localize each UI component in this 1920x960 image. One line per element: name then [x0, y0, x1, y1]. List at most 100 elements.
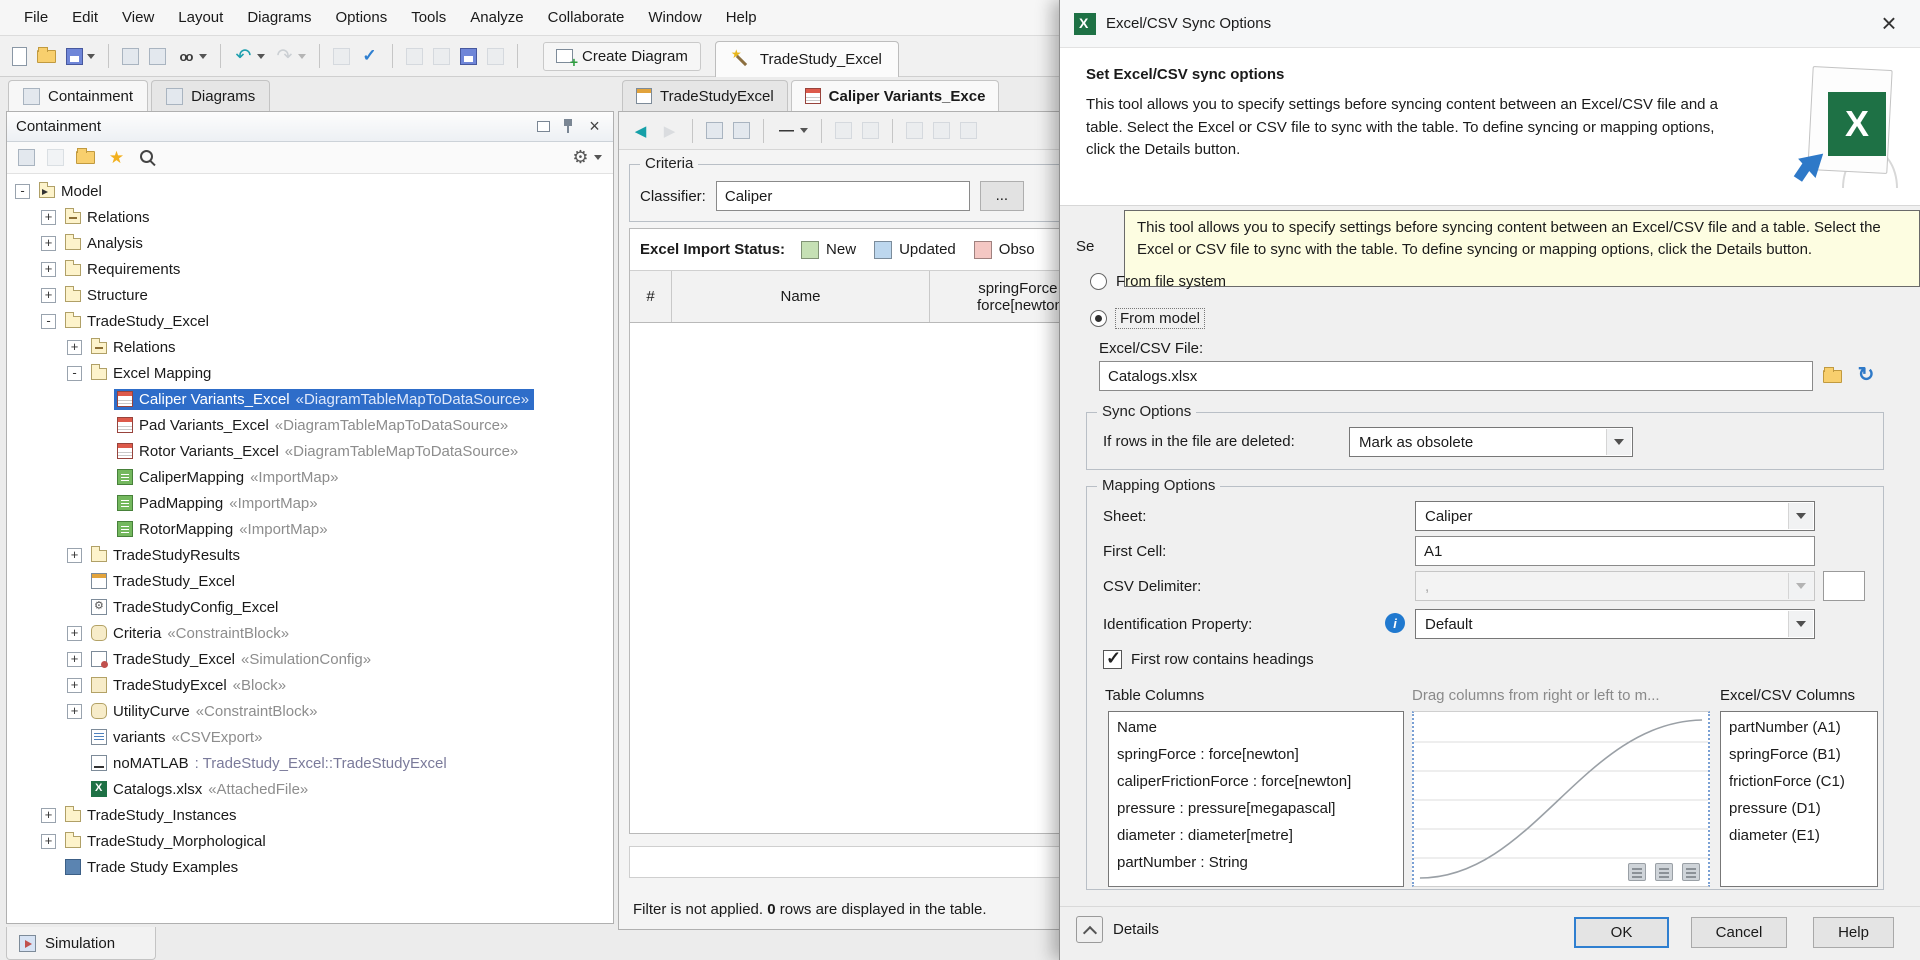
- favorites-star-button[interactable]: [103, 144, 130, 171]
- sheet-combo[interactable]: Caliper: [1415, 501, 1815, 531]
- new-document-button[interactable]: [8, 43, 31, 70]
- tree-item-tradestudy-morphological[interactable]: +TradeStudy_Morphological: [7, 828, 613, 854]
- tree-item-padmapping[interactable]: PadMapping«ImportMap»: [7, 490, 613, 516]
- tree-toggle-icon[interactable]: +: [41, 808, 56, 823]
- undo-button[interactable]: [230, 43, 269, 70]
- tree-toggle-icon[interactable]: +: [67, 548, 82, 563]
- line-width-button[interactable]: [773, 117, 812, 144]
- excel-column-item[interactable]: diameter (E1): [1721, 822, 1877, 849]
- paste-button[interactable]: [858, 118, 883, 143]
- table-column-item[interactable]: pressure : pressure[megapascal]: [1109, 795, 1403, 822]
- classifier-browse-button[interactable]: ...: [980, 181, 1024, 211]
- close-icon[interactable]: ×: [1872, 8, 1906, 39]
- active-simulation-config-tab[interactable]: TradeStudy_Excel: [715, 41, 899, 77]
- tree-item-variants[interactable]: variants«CSVExport»: [7, 724, 613, 750]
- window-cascade-button[interactable]: [429, 44, 454, 69]
- ok-button[interactable]: OK: [1574, 917, 1669, 948]
- pin-icon[interactable]: [558, 117, 577, 136]
- tree-item-tradestudy-excel[interactable]: TradeStudy_Excel: [7, 568, 613, 594]
- create-diagram-button[interactable]: Create Diagram: [543, 42, 701, 71]
- tree-item-rotormapping[interactable]: RotorMapping«ImportMap»: [7, 516, 613, 542]
- excel-column-item[interactable]: pressure (D1): [1721, 795, 1877, 822]
- tree-item-tradestudyresults[interactable]: +TradeStudyResults: [7, 542, 613, 568]
- menu-item-options[interactable]: Options: [324, 0, 400, 35]
- clear-mappings-icon[interactable]: [1655, 863, 1673, 881]
- deleted-rows-combo[interactable]: Mark as obsolete: [1349, 427, 1633, 457]
- settings-gear-button[interactable]: [567, 144, 606, 171]
- mapping-drag-zone[interactable]: [1412, 711, 1710, 887]
- tab-diagrams[interactable]: Diagrams: [151, 80, 270, 111]
- classifier-input[interactable]: Caliper: [716, 181, 970, 211]
- close-panel-icon[interactable]: [585, 117, 604, 136]
- tree-toggle-icon[interactable]: +: [67, 678, 82, 693]
- tree-item-tradestudy-excel[interactable]: +TradeStudy_Excel«SimulationConfig»: [7, 646, 613, 672]
- save-all-button[interactable]: [456, 44, 481, 69]
- tree-item-utilitycurve[interactable]: +UtilityCurve«ConstraintBlock»: [7, 698, 613, 724]
- menu-item-edit[interactable]: Edit: [60, 0, 110, 35]
- tree-toggle-icon[interactable]: +: [67, 340, 82, 355]
- excel-column-item[interactable]: partNumber (A1): [1721, 714, 1877, 741]
- column-header-name[interactable]: Name: [672, 271, 930, 322]
- show-diagram-button[interactable]: [729, 118, 754, 143]
- tree-item-catalogs-xlsx[interactable]: Catalogs.xlsx«AttachedFile»: [7, 776, 613, 802]
- tree-item-relations[interactable]: +Relations: [7, 334, 613, 360]
- add-row-button[interactable]: [902, 118, 927, 143]
- dialog-title-bar[interactable]: Excel/CSV Sync Options ×: [1060, 0, 1920, 48]
- column-header-number[interactable]: #: [630, 271, 672, 322]
- tree-b-button[interactable]: [43, 145, 68, 170]
- menu-item-window[interactable]: Window: [636, 0, 713, 35]
- float-window-icon[interactable]: [537, 121, 550, 132]
- table-column-item[interactable]: springForce : force[newton]: [1109, 741, 1403, 768]
- first-cell-input[interactable]: A1: [1415, 536, 1815, 566]
- tree-toggle-icon[interactable]: -: [15, 184, 30, 199]
- menu-item-analyze[interactable]: Analyze: [458, 0, 535, 35]
- tree-toggle-icon[interactable]: -: [41, 314, 56, 329]
- cancel-button[interactable]: Cancel: [1691, 917, 1787, 948]
- tree-item-calipermapping[interactable]: CaliperMapping«ImportMap»: [7, 464, 613, 490]
- menu-item-tools[interactable]: Tools: [399, 0, 458, 35]
- tree-item-structure[interactable]: +Structure: [7, 282, 613, 308]
- refresh-file-button[interactable]: [1852, 360, 1880, 388]
- back-button[interactable]: [627, 117, 654, 144]
- redo-button[interactable]: [271, 43, 310, 70]
- table-column-item[interactable]: caliperFrictionForce : force[newton]: [1109, 768, 1403, 795]
- tree-item-pad-variants-excel[interactable]: Pad Variants_Excel«DiagramTableMapToData…: [7, 412, 613, 438]
- find-button[interactable]: [172, 43, 211, 70]
- tree-toggle-icon[interactable]: +: [41, 236, 56, 251]
- tree-toggle-icon[interactable]: +: [41, 210, 56, 225]
- tree-item-relations[interactable]: +Relations: [7, 204, 613, 230]
- tree-toggle-icon[interactable]: +: [41, 262, 56, 277]
- lock-button[interactable]: [483, 44, 508, 69]
- print-preview-button[interactable]: [145, 44, 170, 69]
- open-element-button[interactable]: [329, 44, 354, 69]
- first-row-headings-checkbox-row[interactable]: First row contains headings: [1103, 650, 1314, 669]
- tab-containment[interactable]: Containment: [8, 80, 148, 111]
- validate-button[interactable]: [356, 43, 383, 70]
- search-button[interactable]: [134, 144, 161, 171]
- help-button[interactable]: Help: [1813, 917, 1894, 948]
- menu-item-diagrams[interactable]: Diagrams: [235, 0, 323, 35]
- menu-item-file[interactable]: File: [12, 0, 60, 35]
- tree-item-requirements[interactable]: +Requirements: [7, 256, 613, 282]
- table-body[interactable]: [630, 323, 1114, 833]
- table-column-item[interactable]: partNumber : String: [1109, 849, 1403, 876]
- forward-button[interactable]: [656, 117, 683, 144]
- tree-item-caliper-variants-excel[interactable]: Caliper Variants_Excel«DiagramTableMapTo…: [7, 386, 613, 412]
- menu-item-help[interactable]: Help: [714, 0, 769, 35]
- menu-item-layout[interactable]: Layout: [166, 0, 235, 35]
- tree-item-excel-mapping[interactable]: -Excel Mapping: [7, 360, 613, 386]
- tree-item-tradestudyexcel[interactable]: +TradeStudyExcel«Block»: [7, 672, 613, 698]
- delete-mapping-icon[interactable]: [1628, 863, 1646, 881]
- details-toggle[interactable]: Details: [1076, 916, 1159, 943]
- tree-item-tradestudy-excel[interactable]: -TradeStudy_Excel: [7, 308, 613, 334]
- tree-item-tradestudyconfig-excel[interactable]: TradeStudyConfig_Excel: [7, 594, 613, 620]
- tab-tradestudyexcel[interactable]: TradeStudyExcel: [622, 80, 788, 111]
- tree-toggle-icon[interactable]: -: [67, 366, 82, 381]
- tree-item-trade-study-examples[interactable]: Trade Study Examples: [7, 854, 613, 880]
- csv-delimiter-custom-field[interactable]: [1823, 571, 1865, 601]
- containment-view-button[interactable]: [702, 118, 727, 143]
- excel-csv-file-input[interactable]: Catalogs.xlsx: [1099, 361, 1813, 391]
- copy-button[interactable]: [831, 118, 856, 143]
- delete-row-button[interactable]: [929, 118, 954, 143]
- open-project-button[interactable]: [33, 46, 60, 67]
